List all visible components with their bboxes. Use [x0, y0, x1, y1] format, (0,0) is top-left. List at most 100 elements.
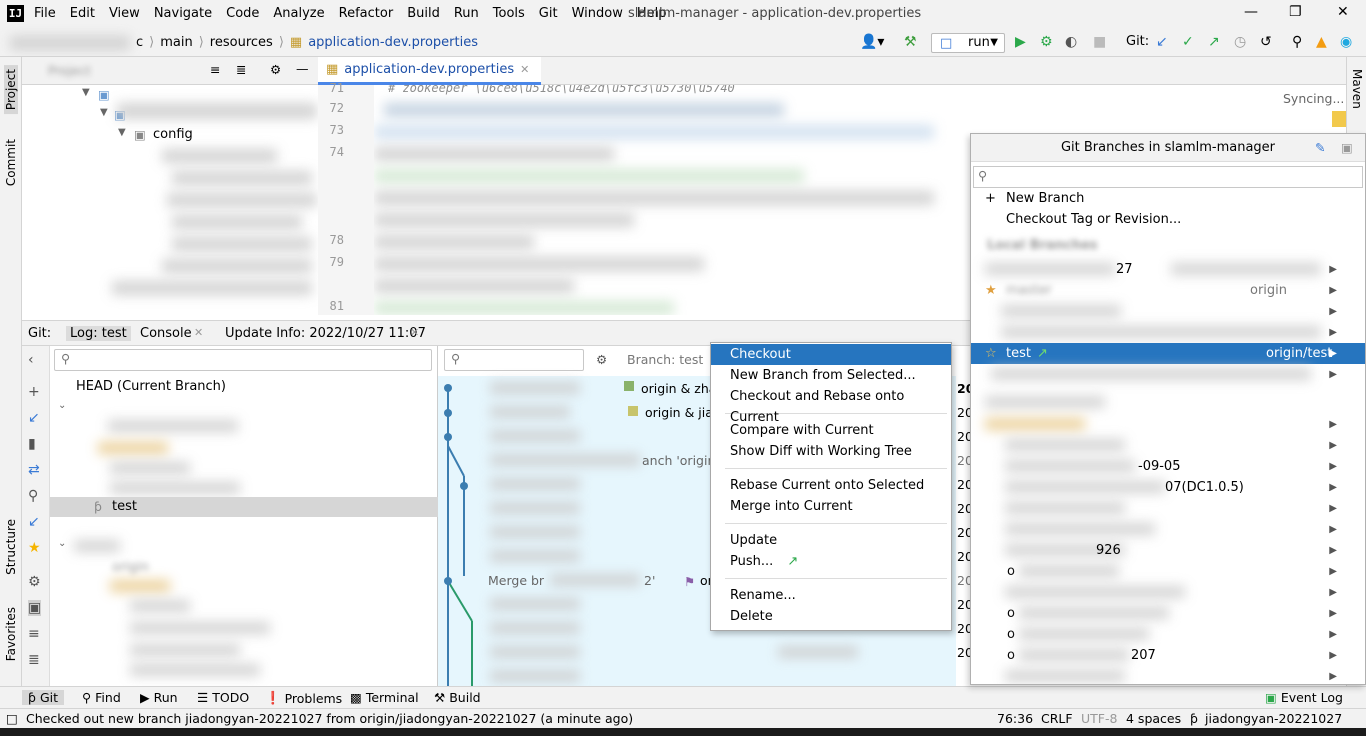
build-hammer-icon[interactable]: ⚒	[904, 34, 917, 50]
add-branch-icon[interactable]: +	[28, 384, 40, 400]
tool-tab-run[interactable]: ▶ Run	[140, 690, 178, 705]
menu-navigate[interactable]: Navigate	[154, 6, 212, 21]
close-console-icon[interactable]: ✕	[194, 326, 203, 339]
coverage-icon[interactable]: ◐	[1065, 34, 1077, 50]
chevron-down-icon[interactable]: ⌄	[58, 400, 66, 411]
close-tab-icon[interactable]: ✕	[520, 63, 529, 76]
status-square-icon[interactable]: □	[6, 711, 18, 726]
remote-branch-item[interactable]: ▶	[971, 414, 1365, 435]
menu-push[interactable]: Push... ↗	[711, 551, 951, 572]
branch-filter[interactable]: Branch: test	[627, 352, 703, 367]
menu-checkout-and-rebase[interactable]: Checkout and Rebase onto Current	[711, 386, 951, 425]
remote-branch-item[interactable]: 926 ▶	[971, 540, 1365, 561]
caret-position[interactable]: 76:36	[997, 711, 1033, 726]
stop-icon[interactable]: ■	[1093, 34, 1106, 50]
structure-tool-button[interactable]: Structure	[4, 519, 18, 575]
current-branch[interactable]: jiadongyan-20221027	[1205, 711, 1342, 726]
tab-console[interactable]: Console	[140, 326, 192, 341]
fetch-icon[interactable]: ↙	[28, 514, 40, 530]
menu-show-diff[interactable]: Show Diff with Working Tree	[711, 441, 951, 462]
menu-new-branch-from-selected[interactable]: New Branch from Selected...	[711, 365, 951, 386]
remote-branch-item[interactable]: o ▶	[971, 603, 1365, 624]
remote-branch-item[interactable]: o 207 ▶	[971, 645, 1365, 666]
menu-merge-into-current[interactable]: Merge into Current	[711, 496, 951, 517]
run-config-selector[interactable]: □ run ▼	[931, 33, 1005, 53]
new-branch-item[interactable]: + New Branch	[971, 188, 1365, 209]
line-separator[interactable]: CRLF	[1041, 711, 1073, 726]
menu-tools[interactable]: Tools	[493, 6, 525, 21]
remote-branch-item[interactable]: o ▶	[971, 624, 1365, 645]
branch-row-test[interactable]	[50, 497, 438, 517]
project-tool-button[interactable]: Project	[4, 65, 18, 115]
maximize-icon[interactable]: ❐	[1289, 4, 1302, 20]
debug-icon[interactable]: ⚙	[1040, 34, 1053, 50]
tool-tab-build[interactable]: ⚒ Build	[434, 690, 481, 705]
jetbrains-toolbox-icon[interactable]: ◉	[1340, 34, 1352, 50]
breadcrumb-main[interactable]: main	[160, 35, 192, 50]
commit-tool-button[interactable]: Commit	[4, 139, 18, 186]
collapse-all-icon[interactable]: ≣	[28, 652, 40, 668]
remote-origin-node[interactable]: origin	[112, 560, 149, 575]
menu-rebase-current[interactable]: Rebase Current onto Selected	[711, 475, 951, 496]
menu-analyze[interactable]: Analyze	[273, 6, 324, 21]
editor-tab-application-dev[interactable]: ▦ application-dev.properties ✕	[318, 57, 542, 85]
inspection-warning-icon[interactable]	[1332, 111, 1346, 127]
git-commit-icon[interactable]: ✓	[1182, 34, 1194, 50]
popup-search-input[interactable]: ⚲	[973, 166, 1363, 188]
tool-tab-find[interactable]: ⚲ Find	[82, 690, 121, 705]
delete-branch-icon[interactable]: ▮	[28, 436, 36, 452]
tab-log-test[interactable]: Log: test	[66, 326, 131, 341]
tool-tab-git[interactable]: ƥ Git	[22, 690, 64, 705]
git-update-icon[interactable]: ↙	[1156, 34, 1168, 50]
maven-tool-button[interactable]: Maven	[1350, 69, 1364, 109]
breadcrumb-resources[interactable]: resources	[210, 35, 273, 50]
settings-gear-icon[interactable]: ⚙	[270, 62, 281, 77]
pin-icon[interactable]: ✎	[1315, 140, 1325, 155]
remote-branch-item[interactable]: -09-05 ▶	[971, 456, 1365, 477]
menu-refactor[interactable]: Refactor	[339, 6, 394, 21]
settings-gear-icon[interactable]: ⚙	[28, 574, 41, 590]
status-message[interactable]: Checked out new branch jiadongyan-202210…	[26, 711, 633, 726]
menu-run[interactable]: Run	[454, 6, 479, 21]
remote-branch-item[interactable]: ▶	[971, 582, 1365, 603]
branch-item-test[interactable]: ☆ test ↗ origin/test ▶	[971, 343, 1365, 364]
branch-item-blurred[interactable]: ▶	[971, 322, 1365, 343]
file-encoding[interactable]: UTF-8	[1081, 711, 1117, 726]
menu-update[interactable]: Update	[711, 530, 951, 551]
popup-settings-icon[interactable]: ▣	[1341, 140, 1353, 155]
update-available-icon[interactable]: ▲	[1316, 34, 1327, 50]
remote-branch-item[interactable]: ▶	[971, 519, 1365, 540]
history-icon[interactable]: ◷	[1234, 34, 1246, 50]
remote-branch-item[interactable]: ▶	[971, 498, 1365, 519]
expand-all-icon[interactable]: ≡	[28, 626, 40, 642]
menu-code[interactable]: Code	[226, 6, 259, 21]
menu-checkout[interactable]: Checkout	[711, 344, 951, 365]
remote-branch-item[interactable]: o ▶	[971, 561, 1365, 582]
branch-search-input[interactable]: ⚲	[54, 349, 432, 371]
chevron-down-icon[interactable]: ⌄	[58, 538, 66, 549]
favorite-star-icon[interactable]: ★	[28, 540, 41, 556]
tool-tab-todo[interactable]: ☰ TODO	[197, 690, 249, 705]
hide-panel-icon[interactable]: —	[296, 61, 309, 76]
menu-compare-with-current[interactable]: Compare with Current	[711, 420, 951, 441]
branch-item-master[interactable]: ★ master origin ▶	[971, 280, 1365, 301]
minimize-icon[interactable]: —	[1244, 4, 1258, 20]
menu-file[interactable]: File	[34, 6, 56, 21]
menu-edit[interactable]: Edit	[70, 6, 95, 21]
tool-tab-terminal[interactable]: ▩ Terminal	[350, 690, 419, 705]
menu-build[interactable]: Build	[407, 6, 440, 21]
tab-update-info[interactable]: Update Info: 2022/10/27 11:07	[225, 326, 426, 341]
remote-branch-item[interactable]: 07(DC1.0.5) ▶	[971, 477, 1365, 498]
menu-git[interactable]: Git	[539, 6, 558, 21]
branch-item-blurred[interactable]: ▶	[971, 364, 1365, 385]
tool-tab-problems[interactable]: ❗ Problems	[265, 690, 342, 706]
checkout-tag-item[interactable]: Checkout Tag or Revision...	[971, 209, 1365, 230]
branch-item-27[interactable]: 27 ▶	[971, 259, 1365, 280]
menu-rename[interactable]: Rename...	[711, 585, 951, 606]
remote-branch-item[interactable]: ▶	[971, 666, 1365, 684]
breadcrumb-file[interactable]: application-dev.properties	[308, 35, 478, 50]
collapse-all-icon[interactable]: ≣	[236, 62, 246, 77]
tool-tab-event-log[interactable]: ▣ Event Log	[1265, 690, 1343, 705]
menu-window[interactable]: Window	[572, 6, 623, 21]
expand-all-icon[interactable]: ≡	[210, 62, 220, 77]
